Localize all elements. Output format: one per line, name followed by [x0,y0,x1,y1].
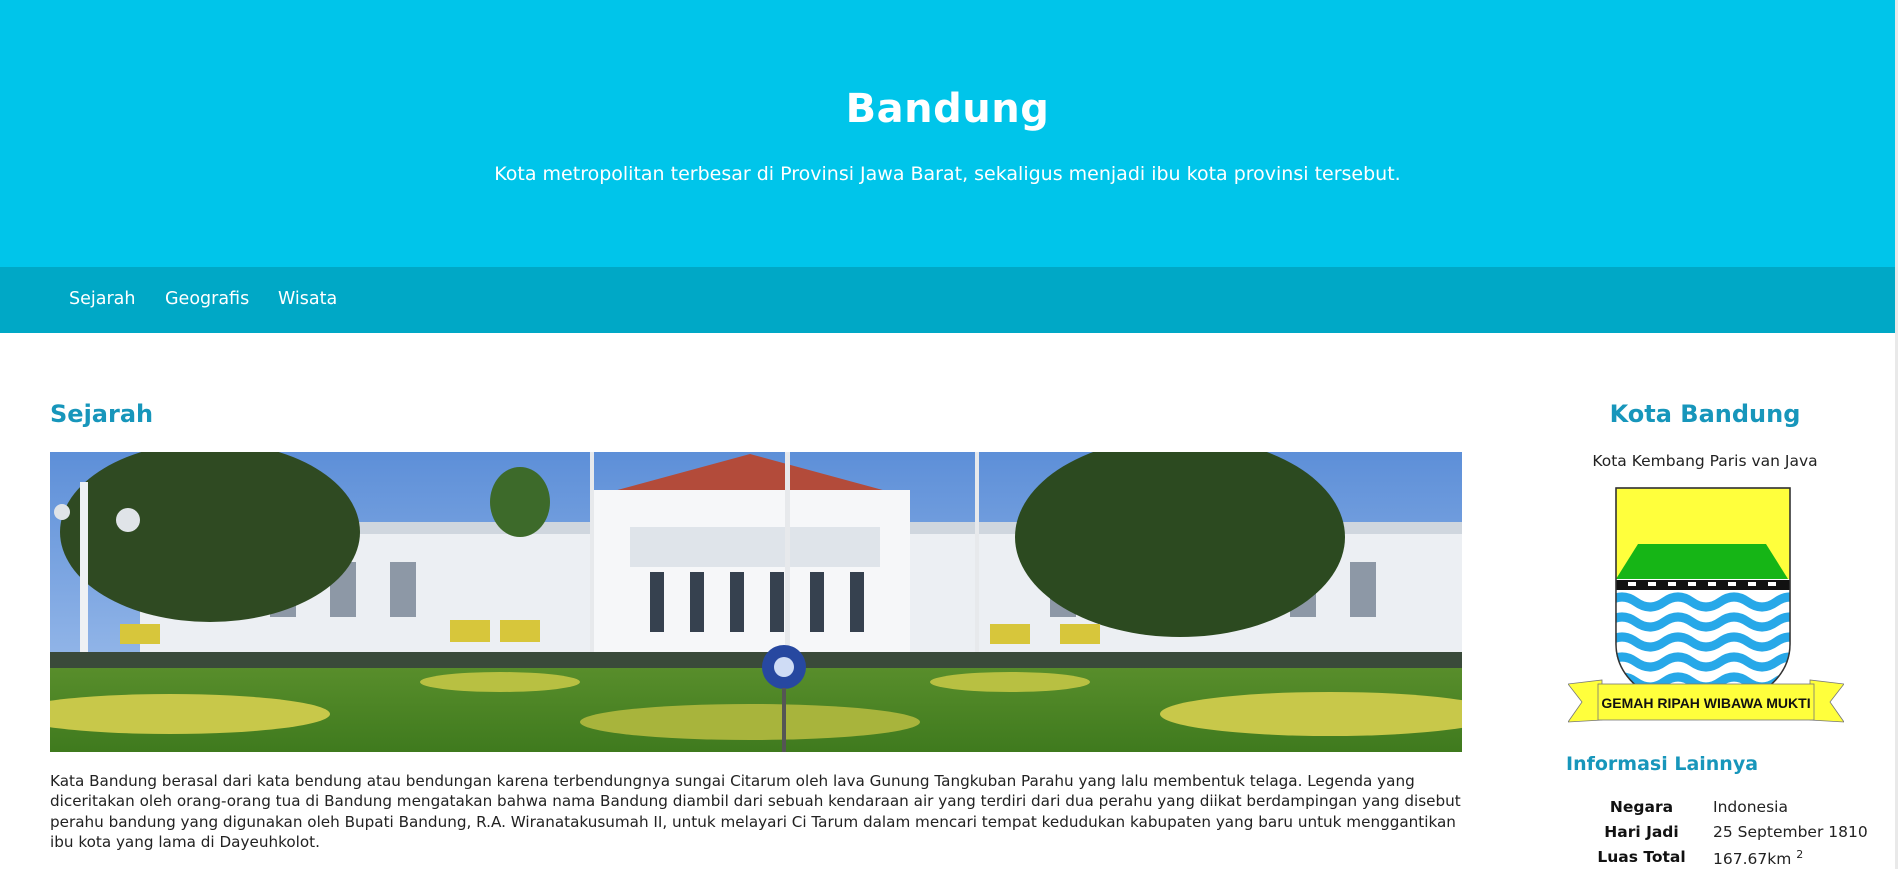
info-value: Indonesia [1713,798,1788,816]
sidebar-tagline: Kota Kembang Paris van Java [1592,452,1818,470]
hero-header: Bandung Kota metropolitan terbesar di Pr… [0,0,1895,267]
info-row: Luas Total 167.67km 2 [1580,846,1868,869]
info-key: Luas Total [1597,848,1686,866]
main-content: Sejarah Kata Bandung berasal dari kata b… [50,400,1462,851]
info-title: Informasi Lainnya [1566,753,1759,775]
site-subtitle: Kota metropolitan terbesar di Provinsi J… [494,163,1401,185]
nav-link-wisata[interactable]: Wisata [278,289,337,309]
nav-link-sejarah[interactable]: Sejarah [69,289,135,309]
info-value: 25 September 1810 [1713,823,1868,841]
nav-link-geografis[interactable]: Geografis [165,289,249,309]
bandung-emblem: GEMAH RIPAH WIBAWA MUKTI [1567,484,1845,730]
emblem-motto: GEMAH RIPAH WIBAWA MUKTI [1601,695,1810,711]
info-row: Negara Indonesia [1580,796,1868,821]
unit-superscript: 2 [1796,848,1804,861]
info-key: Negara [1609,798,1674,816]
main-navbar: Sejarah Geografis Wisata [0,267,1895,333]
sejarah-paragraph: Kata Bandung berasal dari kata bendung a… [50,772,1461,851]
info-value: 167.67km 2 [1713,848,1804,869]
info-row: Hari Jadi 25 September 1810 [1580,821,1868,846]
site-title: Bandung [845,86,1050,132]
section-title-sejarah: Sejarah [50,400,154,428]
info-key: Hari Jadi [1604,823,1679,841]
info-table: Negara Indonesia Hari Jadi 25 September … [1580,796,1868,869]
sidebar-title: Kota Bandung [1609,400,1801,428]
gedung-sate-image [50,452,1462,752]
